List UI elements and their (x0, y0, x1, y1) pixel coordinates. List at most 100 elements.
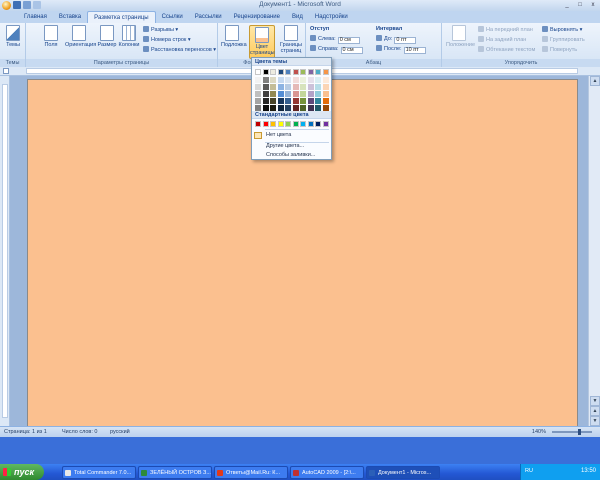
line-numbers-button[interactable]: Номера строк ▾ (143, 36, 191, 44)
color-swatch[interactable] (307, 84, 314, 90)
task-green-island[interactable]: ЗЕЛЁНЫЙ ОСТРОВ З... (138, 466, 212, 479)
color-swatch[interactable] (315, 91, 321, 97)
color-swatch[interactable] (315, 84, 321, 90)
spacing-before-input[interactable]: 0 пт (394, 37, 417, 44)
color-swatch[interactable] (292, 98, 299, 104)
color-swatch[interactable] (262, 77, 269, 83)
color-swatch[interactable] (292, 84, 299, 90)
tab-selector[interactable] (3, 68, 9, 74)
color-swatch[interactable] (262, 91, 269, 97)
color-swatch[interactable] (292, 69, 299, 75)
position-button[interactable]: Положение (446, 25, 475, 48)
prev-page-icon[interactable]: ▲ (590, 406, 600, 416)
bring-front-button[interactable]: На передний план (478, 26, 533, 34)
color-swatch[interactable] (262, 98, 269, 104)
keyboard-language[interactable]: RU (525, 468, 533, 474)
color-swatch[interactable] (285, 69, 291, 75)
task-word-document[interactable]: Документ1 - Micros... (366, 466, 440, 479)
color-swatch[interactable] (300, 77, 306, 83)
tab-addins[interactable]: Надстройки (309, 11, 354, 23)
color-swatch[interactable] (285, 98, 291, 104)
color-swatch[interactable] (307, 77, 314, 83)
color-swatch[interactable] (255, 77, 261, 83)
align-button[interactable]: Выровнять ▾ (542, 26, 582, 34)
page-color-button[interactable]: Цвет страницы (249, 25, 275, 59)
standard-color-swatch[interactable] (277, 121, 284, 127)
color-swatch[interactable] (262, 84, 269, 90)
page-count[interactable]: Страница: 1 из 1 (4, 429, 47, 435)
color-swatch[interactable] (300, 91, 306, 97)
standard-color-swatch[interactable] (270, 121, 276, 127)
color-swatch[interactable] (322, 77, 329, 83)
color-swatch[interactable] (255, 84, 261, 90)
scroll-down-icon[interactable]: ▼ (590, 396, 600, 406)
clock[interactable]: 13:50 (581, 468, 596, 474)
color-swatch[interactable] (277, 91, 284, 97)
next-page-icon[interactable]: ▼ (590, 416, 600, 426)
indent-right-input[interactable]: 0 см (340, 47, 363, 54)
tab-page-layout[interactable]: Разметка страницы (87, 11, 156, 23)
task-mail-ru[interactable]: Ответы@Mail.Ru: К... (214, 466, 288, 479)
zoom-slider-thumb[interactable] (577, 429, 581, 435)
color-swatch[interactable] (255, 69, 261, 75)
standard-color-swatch[interactable] (262, 121, 269, 127)
themes-button[interactable]: Темы (2, 25, 24, 48)
color-swatch[interactable] (285, 77, 291, 83)
watermark-button[interactable]: Подложка (221, 25, 247, 48)
tab-view[interactable]: Вид (286, 11, 309, 23)
color-swatch[interactable] (270, 77, 276, 83)
color-swatch[interactable] (315, 98, 321, 104)
vertical-ruler[interactable] (0, 76, 10, 426)
size-button[interactable]: Размер (96, 25, 118, 48)
color-swatch[interactable] (307, 91, 314, 97)
task-autocad[interactable]: AutoCAD 2009 - [2:\... (290, 466, 364, 479)
minimize-button[interactable]: _ (562, 1, 572, 9)
language-indicator[interactable]: русский (110, 429, 130, 435)
task-total-commander[interactable]: Total Commander 7.0... (62, 466, 136, 479)
scroll-up-icon[interactable]: ▲ (590, 76, 600, 86)
text-wrap-button[interactable]: Обтекание текстом (478, 46, 535, 54)
page-borders-button[interactable]: Границы страниц (278, 25, 304, 54)
standard-color-swatch[interactable] (315, 121, 321, 127)
breaks-button[interactable]: Разрывы ▾ (143, 26, 178, 34)
color-swatch[interactable] (307, 98, 314, 104)
columns-button[interactable]: Колонки (118, 25, 140, 48)
color-swatch[interactable] (277, 84, 284, 90)
color-swatch[interactable] (262, 69, 269, 75)
color-swatch[interactable] (255, 98, 261, 104)
tab-references[interactable]: Ссылки (156, 11, 189, 23)
color-swatch[interactable] (300, 98, 306, 104)
color-swatch[interactable] (285, 91, 291, 97)
margins-button[interactable]: Поля (40, 25, 62, 48)
color-swatch[interactable] (285, 84, 291, 90)
color-swatch[interactable] (307, 69, 314, 75)
color-swatch[interactable] (277, 98, 284, 104)
hyphenation-button[interactable]: Расстановка переносов ▾ (143, 46, 216, 54)
standard-color-swatch[interactable] (322, 121, 329, 127)
standard-color-swatch[interactable] (307, 121, 314, 127)
send-back-button[interactable]: На задний план (478, 36, 526, 44)
standard-color-swatch[interactable] (285, 121, 291, 127)
fill-effects-item[interactable]: Способы заливки... (252, 150, 331, 161)
zoom-slider[interactable] (552, 429, 592, 435)
color-swatch[interactable] (270, 91, 276, 97)
standard-color-swatch[interactable] (292, 121, 299, 127)
color-swatch[interactable] (270, 69, 276, 75)
color-swatch[interactable] (292, 91, 299, 97)
color-swatch[interactable] (322, 69, 329, 75)
vertical-scrollbar[interactable]: ▲ ▼ ▲ ▼ (588, 76, 600, 426)
color-swatch[interactable] (277, 77, 284, 83)
group-button[interactable]: Группировать (542, 36, 585, 44)
color-swatch[interactable] (277, 69, 284, 75)
tab-insert[interactable]: Вставка (53, 11, 87, 23)
color-swatch[interactable] (315, 69, 321, 75)
color-swatch[interactable] (322, 91, 329, 97)
start-button[interactable]: пуск (0, 464, 44, 480)
orientation-button[interactable]: Ориентация (65, 25, 96, 48)
color-swatch[interactable] (315, 77, 321, 83)
spacing-after-input[interactable]: 10 пт (403, 47, 426, 54)
rotate-button[interactable]: Повернуть (542, 46, 577, 54)
color-swatch[interactable] (292, 77, 299, 83)
color-swatch[interactable] (322, 98, 329, 104)
tab-review[interactable]: Рецензирование (228, 11, 286, 23)
